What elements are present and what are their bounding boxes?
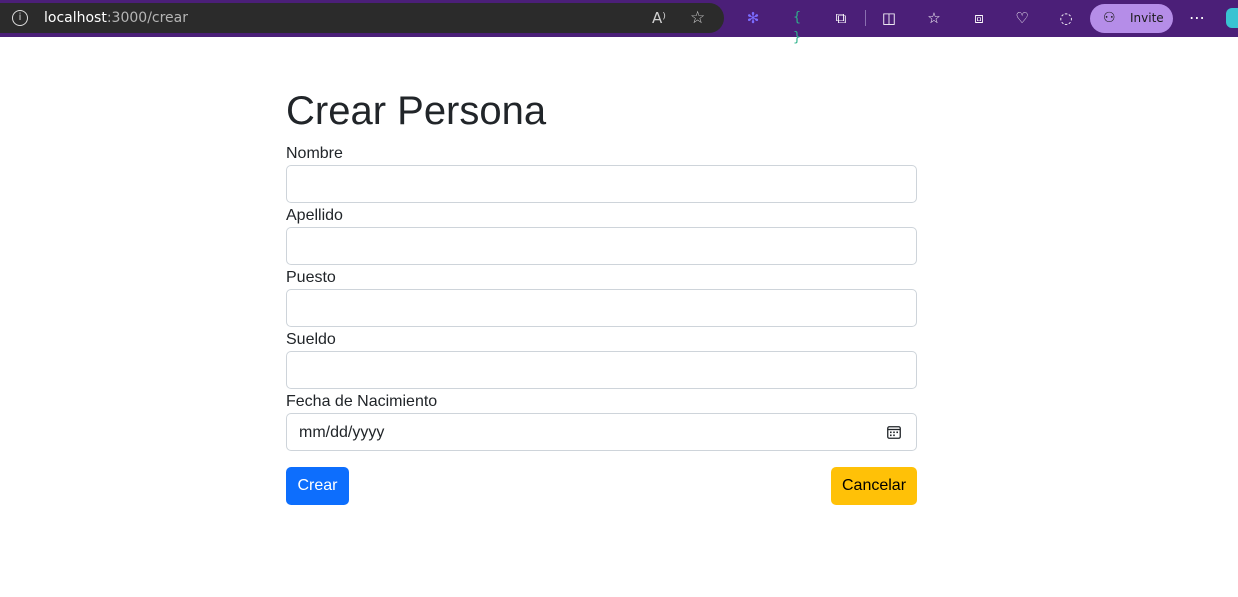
nombre-label: Nombre (286, 145, 343, 162)
read-aloud-icon[interactable]: A⁾ (652, 8, 666, 28)
browser-essentials-icon[interactable]: ♡ (1012, 8, 1032, 28)
favorite-star-icon[interactable]: ☆ (690, 8, 705, 28)
fecha-nacimiento-input[interactable]: mm/dd/yyyy (286, 413, 917, 451)
crear-button[interactable]: Crear (286, 467, 349, 505)
extension-sparkle-icon[interactable]: ✻ (743, 8, 763, 28)
toolbar-divider (865, 10, 866, 26)
calendar-icon[interactable] (887, 425, 901, 439)
copilot-icon[interactable] (1226, 8, 1238, 28)
favorites-icon[interactable]: ☆ (924, 8, 944, 28)
feedback-icon[interactable]: ◌ (1056, 8, 1076, 28)
extension-braces-icon[interactable]: { } (787, 8, 807, 45)
apellido-input[interactable] (286, 227, 917, 265)
page-title: Crear Persona (286, 89, 547, 133)
info-icon[interactable]: i (12, 10, 28, 26)
address-bar[interactable]: i localhost:3000/crear A⁾ ☆ (0, 3, 724, 33)
apellido-label: Apellido (286, 207, 343, 224)
invite-button[interactable]: ⚇ Invite (1090, 4, 1173, 33)
fecha-nacimiento-label: Fecha de Nacimiento (286, 393, 438, 410)
split-screen-icon[interactable]: ◫ (879, 8, 899, 28)
url-text[interactable]: localhost:3000/crear (44, 10, 188, 27)
more-options-icon[interactable]: ⋯ (1187, 8, 1207, 28)
browser-toolbar: i localhost:3000/crear A⁾ ☆ ✻ { } ⧉ ◫ ☆ … (0, 0, 1238, 45)
extensions-puzzle-icon[interactable]: ⧉ (831, 8, 851, 28)
sueldo-input[interactable] (286, 351, 917, 389)
puesto-label: Puesto (286, 269, 336, 286)
puesto-input[interactable] (286, 289, 917, 327)
date-placeholder: mm/dd/yyyy (299, 424, 385, 441)
collections-icon[interactable]: ⧈ (969, 8, 989, 28)
cancelar-button[interactable]: Cancelar (831, 467, 917, 505)
sueldo-label: Sueldo (286, 331, 336, 348)
people-icon: ⚇ (1103, 10, 1116, 26)
nombre-input[interactable] (286, 165, 917, 203)
